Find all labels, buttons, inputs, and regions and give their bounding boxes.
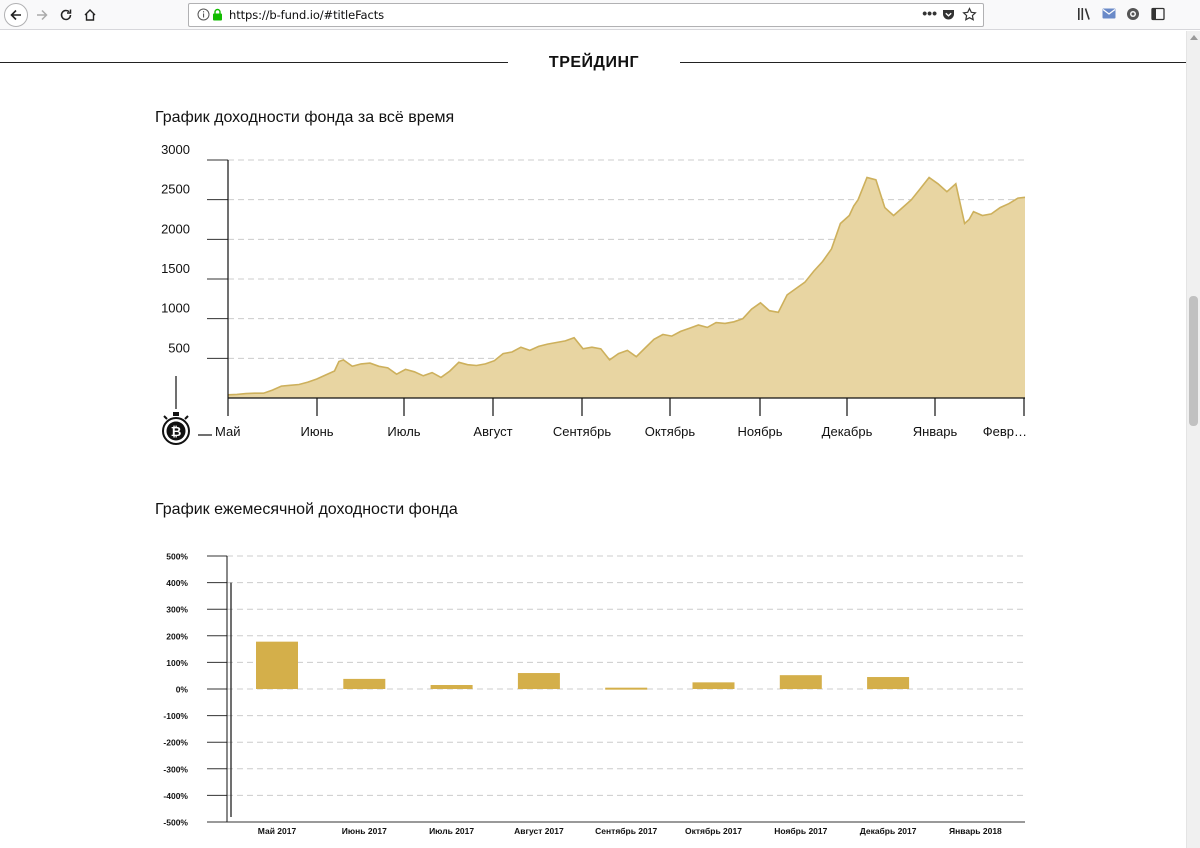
y-tick-label: 2500 — [161, 182, 190, 197]
x-tick-label: Май — [215, 424, 240, 439]
x-tick-label: Август 2017 — [514, 826, 564, 836]
x-tick-label: Июнь — [300, 424, 333, 439]
y-tick-label: -100% — [163, 711, 188, 721]
x-tick-label: Июль — [387, 424, 420, 439]
y-tick-label: -500% — [163, 818, 188, 828]
monthly-return-bar — [517, 673, 560, 689]
svg-text:₿: ₿ — [171, 424, 182, 439]
back-button[interactable] — [4, 3, 28, 27]
x-tick-label: Февр… — [983, 424, 1027, 439]
bookmark-star-icon[interactable] — [962, 7, 977, 22]
monthly-return-bar — [430, 685, 473, 689]
y-tick-label: 1500 — [161, 261, 190, 276]
browser-toolbar: https://b-fund.io/#titleFacts ••• — [0, 0, 1200, 30]
pocket-icon[interactable] — [942, 9, 955, 21]
monthly-chart-title: График ежемесячной доходности фонда — [155, 501, 458, 518]
x-tick-label: Ноябрь — [737, 424, 782, 439]
bitcoin-stopwatch-icon: ₿ — [162, 412, 190, 445]
cumulative-returns-area — [228, 177, 1025, 398]
home-icon — [84, 9, 96, 21]
y-tick-label: 3000 — [161, 142, 190, 157]
reload-button[interactable] — [54, 3, 78, 27]
x-tick-label: Декабрь 2017 — [860, 826, 917, 836]
arrow-right-icon — [37, 9, 48, 21]
x-tick-label: Январь 2018 — [949, 826, 1002, 836]
url-text[interactable]: https://b-fund.io/#titleFacts — [229, 8, 384, 22]
x-tick-label: Декабрь — [822, 424, 873, 439]
scroll-up-arrow[interactable] — [1190, 35, 1198, 40]
y-tick-label: 100% — [166, 658, 188, 668]
url-bar[interactable]: https://b-fund.io/#titleFacts ••• — [188, 3, 984, 27]
monthly-returns-chart: 500% 400% 300% 200% 100% 0% -100% -200% -300% -40… — [163, 552, 1025, 836]
scroll-thumb[interactable] — [1189, 296, 1198, 426]
x-tick-label: Ноябрь 2017 — [774, 826, 827, 836]
y-tick-label: -200% — [163, 738, 188, 748]
reload-icon — [60, 9, 72, 21]
y-tick-label: -400% — [163, 791, 188, 801]
x-tick-label: Январь — [913, 424, 958, 439]
x-tick-label: Октябрь 2017 — [685, 826, 742, 836]
monthly-return-bar — [779, 675, 822, 689]
y-tick-label: 200% — [166, 631, 188, 641]
x-tick-label: Сентябрь — [553, 424, 611, 439]
y-tick-label: -300% — [163, 764, 188, 774]
page-actions-button[interactable]: ••• — [922, 5, 937, 21]
info-icon[interactable] — [197, 8, 210, 21]
page-content: ТРЕЙДИНГ График доходности фонда за всё … — [0, 31, 1186, 848]
monthly-return-bar — [692, 682, 735, 689]
mail-icon[interactable] — [1102, 8, 1116, 19]
x-tick-label: Октябрь — [645, 424, 696, 439]
y-tick-label: 300% — [166, 605, 188, 615]
forward-button[interactable] — [30, 3, 54, 27]
y-tick-label: 0% — [176, 685, 189, 695]
monthly-return-bar — [867, 677, 910, 689]
cumulative-returns-chart: 500 1000 1500 2000 2500 3000 Май Июнь Июль Авгус… — [161, 142, 1027, 445]
y-tick-label: 500% — [166, 552, 188, 562]
library-icon[interactable] — [1077, 7, 1093, 21]
lock-icon[interactable] — [212, 8, 223, 21]
x-tick-label: Август — [473, 424, 512, 439]
x-tick-label: Сентябрь 2017 — [595, 826, 657, 836]
x-tick-label: Июнь 2017 — [342, 826, 387, 836]
monthly-return-bar — [343, 678, 386, 689]
y-tick-label: 400% — [166, 578, 188, 588]
y-tick-label: 500 — [168, 340, 190, 355]
y-tick-label: 2000 — [161, 221, 190, 236]
home-button[interactable] — [78, 3, 102, 27]
sidebar-icon[interactable] — [1151, 7, 1165, 21]
y-tick-label: 1000 — [161, 301, 190, 316]
x-tick-label: Июль 2017 — [429, 826, 474, 836]
monthly-return-bar — [605, 687, 648, 690]
extension-icon[interactable] — [1126, 7, 1140, 21]
arrow-left-icon — [10, 9, 21, 21]
monthly-return-bar — [256, 641, 298, 689]
page-scrollbar[interactable] — [1186, 31, 1200, 848]
x-tick-label: Май 2017 — [258, 826, 297, 836]
